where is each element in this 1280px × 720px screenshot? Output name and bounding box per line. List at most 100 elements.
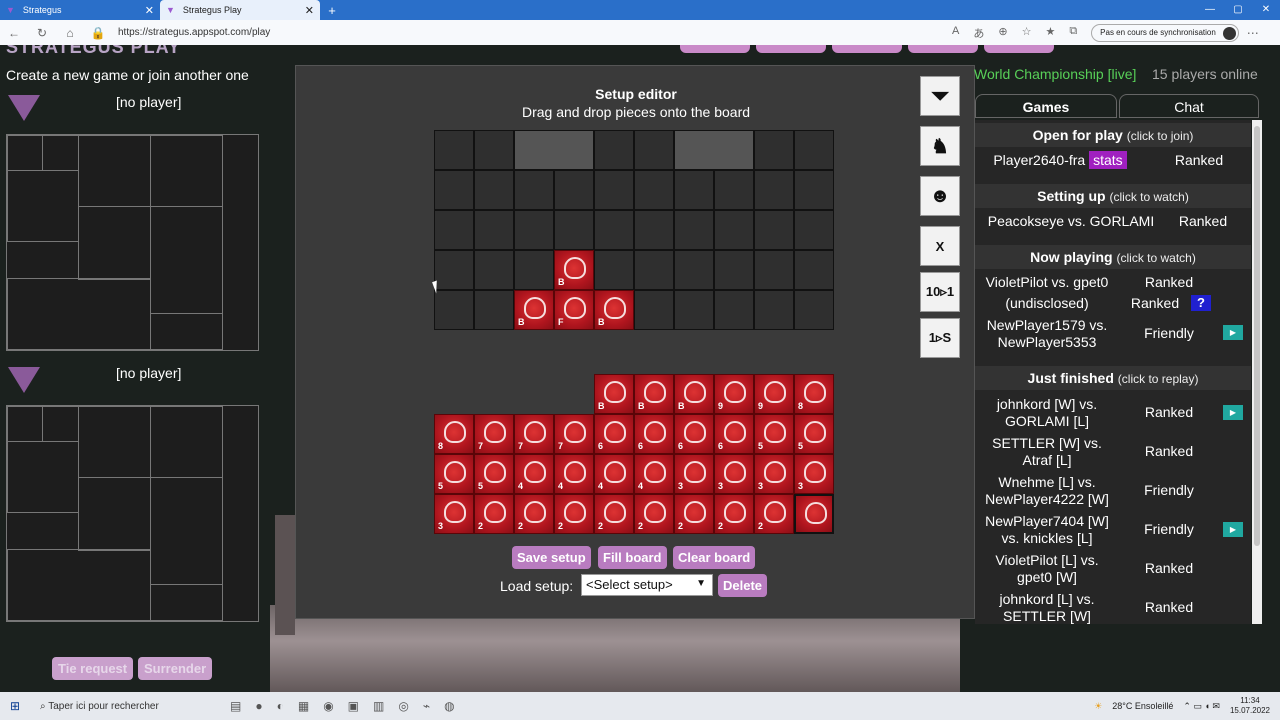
read-aloud-icon[interactable]: A — [952, 25, 959, 41]
board-cell[interactable] — [634, 210, 674, 250]
tray-piece[interactable]: 2 — [714, 494, 754, 534]
office-icon[interactable]: ▣ — [348, 699, 359, 713]
stats-button[interactable]: stats — [1089, 151, 1127, 169]
site-logo[interactable]: STRATEGUS PLAY — [6, 45, 181, 58]
board-cell[interactable] — [474, 290, 514, 330]
board-cell[interactable] — [594, 130, 634, 170]
tray-piece[interactable]: 9 — [754, 374, 794, 414]
board-cell[interactable] — [634, 250, 674, 290]
board-cell[interactable] — [554, 210, 594, 250]
board-cell[interactable] — [754, 290, 794, 330]
board-cell[interactable] — [514, 210, 554, 250]
close-icon[interactable]: ✕ — [305, 4, 314, 17]
board-cell[interactable] — [794, 170, 834, 210]
board-cell[interactable] — [754, 170, 794, 210]
close-editor-button[interactable]: X — [920, 226, 960, 266]
play-icon[interactable]: ▶ — [1223, 405, 1243, 420]
board-cell[interactable] — [754, 130, 794, 170]
tray-piece[interactable]: 3 — [434, 494, 474, 534]
tab-chat[interactable]: Chat — [1119, 94, 1259, 118]
board-piece[interactable]: B — [554, 250, 594, 290]
tray-piece[interactable]: 2 — [634, 494, 674, 534]
top-button[interactable] — [832, 45, 902, 53]
board-cell[interactable] — [594, 250, 634, 290]
board-cell[interactable] — [514, 250, 554, 290]
board-cell[interactable] — [514, 170, 554, 210]
recorder-icon[interactable]: ◍ — [444, 699, 454, 713]
play-icon[interactable]: ▶ — [1223, 325, 1243, 340]
tray-piece[interactable]: 5 — [434, 454, 474, 494]
tray-piece[interactable]: 2 — [554, 494, 594, 534]
sync-button[interactable]: Pas en cours de synchronisation — [1091, 23, 1239, 42]
tray-piece[interactable]: 6 — [594, 414, 634, 454]
tray-piece[interactable]: 2 — [474, 494, 514, 534]
tray-piece[interactable]: 2 — [594, 494, 634, 534]
tray-piece[interactable]: B — [674, 374, 714, 414]
tray-piece[interactable]: 7 — [514, 414, 554, 454]
tray-piece[interactable]: 2 — [514, 494, 554, 534]
board-cell[interactable] — [714, 290, 754, 330]
board-cell[interactable] — [594, 170, 634, 210]
refresh-icon[interactable]: ↻ — [28, 26, 56, 40]
favorite-icon[interactable]: ☆ — [1022, 25, 1032, 41]
board-cell[interactable] — [714, 210, 754, 250]
help-icon[interactable]: ? — [1191, 295, 1211, 311]
scrollbar-thumb[interactable] — [1254, 126, 1260, 546]
board-cell[interactable] — [634, 290, 674, 330]
board-view-icon[interactable]: ⏷ — [920, 76, 960, 116]
save-setup-button[interactable]: Save setup — [512, 546, 591, 569]
board-cell[interactable] — [674, 250, 714, 290]
board-cell[interactable] — [434, 250, 474, 290]
tray-piece[interactable]: 4 — [554, 454, 594, 494]
home-icon[interactable]: ⌂ — [56, 26, 84, 40]
tray-piece[interactable]: 5 — [794, 414, 834, 454]
board-cell[interactable] — [474, 170, 514, 210]
tray-piece[interactable]: 8 — [434, 414, 474, 454]
zoom-icon[interactable]: ⊕ — [998, 25, 1007, 41]
tray-piece[interactable]: B — [634, 374, 674, 414]
clock[interactable]: 11:34 15.07.2022 — [1230, 696, 1270, 716]
tab-games[interactable]: Games — [975, 94, 1117, 118]
board-piece[interactable]: B — [514, 290, 554, 330]
rank-order-button[interactable]: 10▹1 — [920, 272, 960, 312]
tray-piece[interactable]: 2 — [674, 494, 714, 534]
board-cell[interactable] — [794, 250, 834, 290]
board-cell[interactable] — [434, 170, 474, 210]
board-cell[interactable] — [754, 250, 794, 290]
tray-piece[interactable]: 7 — [554, 414, 594, 454]
tray-piece[interactable]: 9 — [714, 374, 754, 414]
board-cell[interactable] — [634, 170, 674, 210]
board-cell[interactable] — [474, 250, 514, 290]
translate-icon[interactable]: あ — [973, 25, 984, 41]
tray-icons[interactable]: ⌃ ▭ ◖ ✉ — [1183, 701, 1220, 712]
sheets-icon[interactable]: ▥ — [373, 699, 384, 713]
board-cell[interactable] — [554, 170, 594, 210]
board-cell[interactable] — [794, 290, 834, 330]
rank-spy-button[interactable]: 1▹S — [920, 318, 960, 358]
portrait-style-icon[interactable]: ☻ — [920, 176, 960, 216]
menu-icon[interactable]: ⋯ — [1239, 26, 1267, 40]
surrender-button[interactable]: Surrender — [138, 657, 213, 680]
tray-piece[interactable]: 6 — [634, 414, 674, 454]
weather-text[interactable]: 28°C Ensoleillé — [1112, 701, 1173, 711]
setup-board[interactable]: B B F B — [434, 130, 836, 332]
board-cell[interactable] — [754, 210, 794, 250]
top-button[interactable] — [984, 45, 1054, 53]
board-piece[interactable]: B — [594, 290, 634, 330]
load-setup-select[interactable]: <Select setup> ▼ — [581, 574, 713, 596]
obs-icon[interactable]: ◉ — [323, 699, 333, 713]
delete-setup-button[interactable]: Delete — [718, 574, 768, 597]
fill-board-button[interactable]: Fill board — [598, 546, 667, 569]
top-button[interactable] — [680, 45, 750, 53]
tray-piece[interactable]: 5 — [474, 454, 514, 494]
top-button[interactable] — [908, 45, 978, 53]
maximize-icon[interactable]: ▢ — [1224, 0, 1252, 20]
tray-piece[interactable]: 6 — [674, 414, 714, 454]
board-cell[interactable] — [794, 130, 834, 170]
board-cell[interactable] — [434, 130, 474, 170]
clear-board-button[interactable]: Clear board — [673, 546, 756, 569]
piece-tray[interactable]: B B B 9 9 8 8 7 7 7 6 6 6 6 5 5 5 5 4 4 4 4 3 3 3 3 3 2 2 2 2 2 2 2 2 — [434, 374, 836, 534]
tray-piece[interactable]: 3 — [754, 454, 794, 494]
board-cell[interactable] — [794, 210, 834, 250]
tab-strategus[interactable]: ▼ Strategus ✕ — [0, 0, 160, 20]
